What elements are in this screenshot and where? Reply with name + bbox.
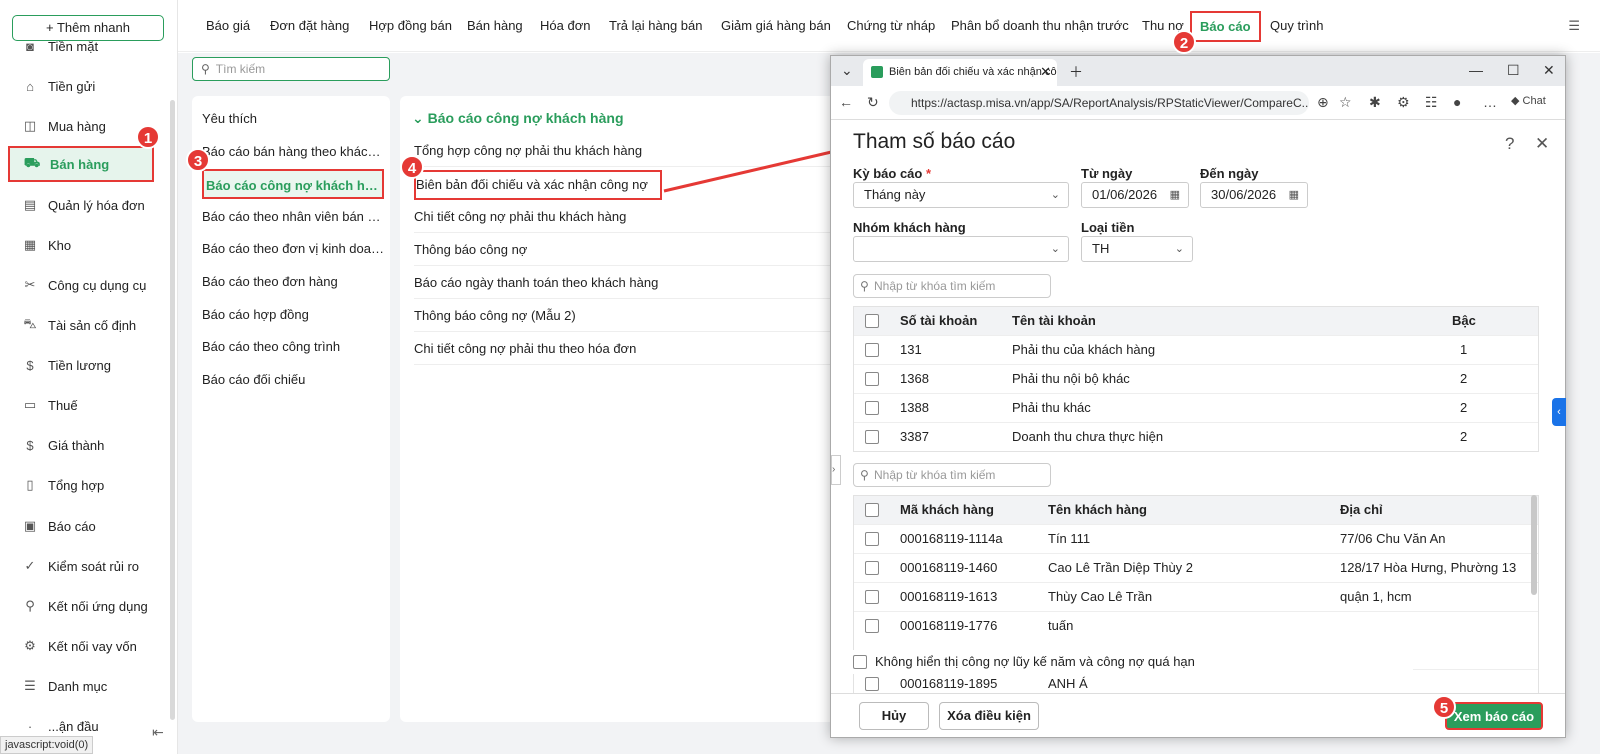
maximize-icon[interactable]: ☐ [1507,62,1520,79]
copilot-icon: ◆ [1511,95,1520,107]
customer-table-header: Mã khách hàng Tên khách hàng Địa chỉ [854,496,1538,524]
hide-accumulated-checkbox[interactable] [853,655,867,669]
extension-icon[interactable]: ✱ [1369,94,1381,111]
help-icon[interactable]: ? [1505,134,1514,154]
period-label: Kỳ báo cáo * [853,166,932,181]
view-report-button[interactable]: Xem báo cáo [1445,702,1543,730]
close-window-icon[interactable]: ✕ [1543,62,1555,79]
misa-favicon-icon [871,66,883,78]
puzzle-icon[interactable]: ⚙ [1397,94,1410,111]
edge-side-panel-tab[interactable]: ‹ [1552,398,1566,426]
browser-window: ⌄ Biên bản đối chiếu và xác nhận công nợ… [830,55,1566,738]
report-parameters-dialog: › Tham số báo cáo ? ✕ Kỳ báo cáo * Tháng… [831,120,1565,737]
row-checkbox[interactable] [865,619,879,633]
calendar-icon[interactable]: ▦ [1289,183,1299,207]
clear-conditions-button[interactable]: Xóa điều kiện [939,702,1039,730]
row-checkbox[interactable] [865,677,879,691]
table-row[interactable]: 1388 Phải thu khác 2 [854,393,1538,422]
dialog-title: Tham số báo cáo [853,130,1016,153]
chevron-down-icon: ⌄ [1174,243,1184,255]
back-icon[interactable]: ← [839,94,853,110]
table-row[interactable]: 000168119-1776 tuấn [854,611,1538,640]
step-badge-2: 2 [1172,30,1196,54]
dialog-footer: Hủy Xóa điều kiện Xem báo cáo [831,693,1565,737]
row-checkbox[interactable] [865,532,879,546]
account-filter-input[interactable]: ⚲ Nhập từ khóa tìm kiếm [853,274,1051,298]
row-checkbox[interactable] [865,343,879,357]
new-tab-icon[interactable]: ＋ [1069,62,1083,82]
table-row[interactable]: 000168119-1460 Cao Lê Trần Diệp Thùy 2 1… [854,553,1538,582]
cancel-button[interactable]: Hủy [859,702,929,730]
chevron-down-icon: ⌄ [1050,189,1060,201]
calendar-icon[interactable]: ▦ [1170,183,1180,207]
row-checkbox[interactable] [865,401,879,415]
to-date-input[interactable]: 30/06/2026 ▦ [1200,182,1308,208]
currency-select[interactable]: TH ⌄ [1081,236,1193,262]
from-date-label: Từ ngày [1081,166,1133,181]
close-tab-icon[interactable]: ✕ [1040,64,1051,80]
table-row[interactable]: 000168119-1114a Tín 111 77/06 Chu Văn An [854,524,1538,553]
step-badge-4: 4 [400,155,424,179]
search-icon: ⚲ [860,468,869,482]
period-select[interactable]: Tháng này ⌄ [853,182,1069,208]
table-row[interactable]: 1368 Phải thu nội bộ khác 2 [854,364,1538,393]
step-badge-5: 5 [1432,695,1456,719]
customer-group-label: Nhóm khách hàng [853,220,966,235]
zoom-icon[interactable]: ⊕ [1317,94,1329,111]
expand-panel-handle[interactable]: › [831,455,841,485]
currency-label: Loại tiền [1081,220,1135,235]
copilot-chat-button[interactable]: ◆ Chat [1511,94,1546,107]
minimize-icon[interactable]: — [1469,62,1483,78]
customer-group-select[interactable]: ⌄ [853,236,1069,262]
to-date-label: Đến ngày [1200,166,1259,181]
browser-tab[interactable]: Biên bản đối chiếu và xác nhận công nợ ✕ [863,59,1057,86]
from-date-input[interactable]: 01/06/2026 ▦ [1081,182,1189,208]
row-checkbox[interactable] [865,561,879,575]
step-badge-3: 3 [186,148,210,172]
step-badge-1: 1 [136,125,160,149]
address-bar: ← ↻ https://actasp.misa.vn/app/SA/Report… [831,86,1565,120]
row-checkbox[interactable] [865,430,879,444]
table-row[interactable]: 000168119-1613 Thùy Cao Lê Trần quận 1, … [854,582,1538,611]
more-icon[interactable]: … [1483,94,1497,110]
favorite-star-icon[interactable]: ☆ [1339,94,1352,111]
account-table-header: Số tài khoản Tên tài khoản Bậc [854,307,1538,335]
select-all-checkbox[interactable] [865,503,879,517]
profile-icon[interactable]: ● [1453,94,1461,110]
search-icon: ⚲ [860,279,869,293]
browser-tab-bar: ⌄ Biên bản đối chiếu và xác nhận công nợ… [831,56,1565,86]
account-table: Số tài khoản Tên tài khoản Bậc 131 Phải … [853,306,1539,452]
url-field[interactable]: https://actasp.misa.vn/app/SA/ReportAnal… [889,91,1309,115]
row-checkbox[interactable] [865,590,879,604]
select-all-checkbox[interactable] [865,314,879,328]
tab-list-icon[interactable]: ⌄ [841,62,853,79]
chevron-down-icon: ⌄ [1050,243,1060,255]
row-checkbox[interactable] [865,372,879,386]
customer-table-scrollbar[interactable] [1531,495,1537,595]
customer-filter-input[interactable]: ⚲ Nhập từ khóa tìm kiếm [853,463,1051,487]
table-row[interactable]: 3387 Doanh thu chưa thực hiện 2 [854,422,1538,451]
hide-accumulated-option[interactable]: Không hiển thị công nợ lũy kế năm và côn… [853,650,1413,674]
table-row[interactable]: 131 Phải thu của khách hàng 1 [854,335,1538,364]
favorites-icon[interactable]: ☷ [1425,94,1438,111]
close-dialog-icon[interactable]: ✕ [1535,134,1549,154]
reload-icon[interactable]: ↻ [867,94,879,111]
